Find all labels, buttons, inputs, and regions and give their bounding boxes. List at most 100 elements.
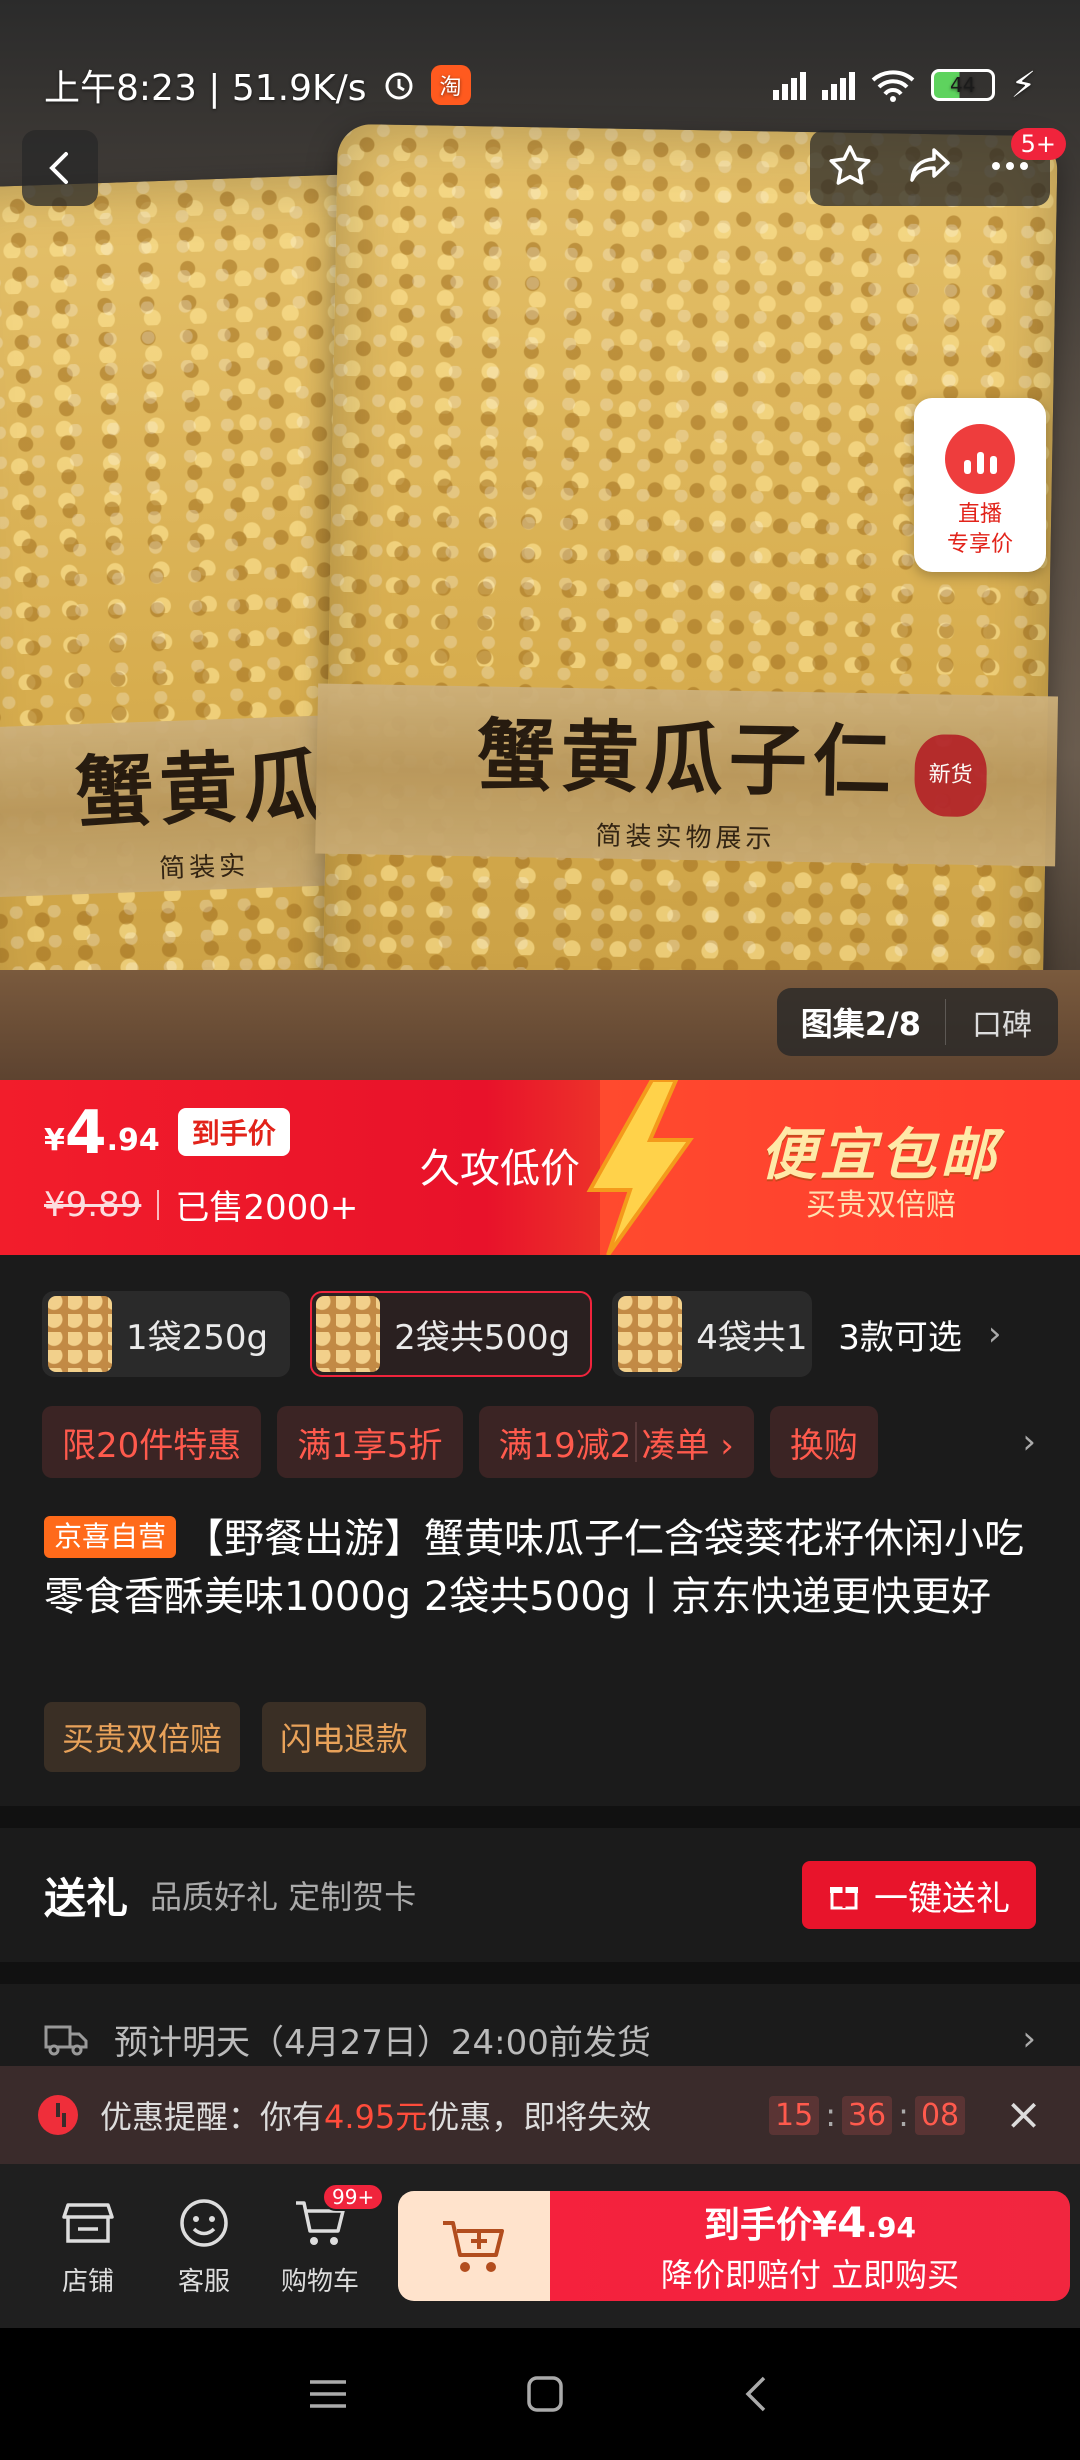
shop-label: 店铺	[61, 2266, 114, 2297]
store-icon	[62, 2202, 114, 2243]
send-gift-label: 一键送礼	[874, 1878, 1010, 1919]
bag-title: 蟹黄瓜子仁	[476, 709, 898, 809]
coupon-reminder-bar[interactable]: 优惠提醒：你有 4.95元 优惠，即将失效 15 : 36 : 08 ×	[0, 2066, 1080, 2164]
self-operated-tag: 京喜自营	[44, 1516, 177, 1558]
section-divider	[0, 1962, 1080, 1984]
add-to-cart-button[interactable]	[398, 2191, 550, 2301]
chevron-right-icon: ›	[987, 1314, 1002, 1354]
signal-icon	[821, 70, 855, 100]
menu-icon[interactable]	[308, 2376, 348, 2412]
promo-coupon-action: 凑单 ›	[641, 1425, 734, 1466]
long-low-price: 久攻低价	[420, 1146, 580, 1192]
price-currency: ¥	[44, 1123, 65, 1158]
original-price: ¥9.89	[44, 1184, 142, 1225]
sku-option[interactable]: 1袋250g	[42, 1291, 291, 1377]
gift-section: 送礼 品质好礼 定制贺卡 一键送礼	[0, 1828, 1080, 1962]
sku-more-label: 3款可选	[838, 1317, 962, 1358]
sku-selector: 1袋250g 2袋共500g 4袋共1 3款可选 ›	[0, 1290, 1080, 1378]
shipping-estimate: 预计明天（4月27日）24:00前发货	[114, 2022, 651, 2063]
promo-coupon[interactable]: 满19减2 凑单 ›	[478, 1406, 754, 1478]
buy-price-line: 到手价¥4.94	[704, 2196, 916, 2248]
customer-service-button[interactable]: 客服	[146, 2195, 262, 2298]
service-chip[interactable]: 闪电退款	[262, 1702, 427, 1772]
promo-coupon-text: 满19减2	[498, 1425, 632, 1466]
timer-hours: 15	[769, 2095, 820, 2135]
shop-button[interactable]: 店铺	[30, 2195, 146, 2298]
bag-label: 蟹黄瓜子仁 简装实物展示 新货	[315, 683, 1059, 867]
service-chips: 买贵双倍赔 闪电退款	[44, 1702, 427, 1772]
gift-icon	[830, 1887, 858, 1910]
free-shipping-promo: 便宜包邮	[760, 1123, 1000, 1188]
chevron-right-icon: ›	[1022, 2019, 1036, 2059]
send-gift-button[interactable]: 一键送礼	[802, 1861, 1036, 1929]
cart-label: 购物车	[280, 2266, 359, 2297]
countdown-timer: 15 : 36 : 08	[769, 2095, 966, 2135]
timer-seconds: 08	[914, 2095, 966, 2135]
sku-option[interactable]: 4袋共1	[612, 1291, 813, 1377]
sku-name: 2袋共500g	[394, 1317, 571, 1358]
cart-button[interactable]: 99+ 购物车	[262, 2182, 385, 2298]
promo-tags: 限20件特惠 满1享5折 满19减2 凑单 › 换购 ›	[42, 1406, 1042, 1478]
new-goods-seal: 新货	[913, 733, 988, 818]
lightning-icon	[586, 1080, 694, 1255]
status-time-speed: 上午8:23 | 51.9K/s	[44, 68, 367, 109]
service-label: 客服	[177, 2266, 230, 2297]
price-decimal: .94	[106, 1123, 160, 1158]
bag-subtitle: 简装实	[158, 850, 250, 884]
live-price-card[interactable]: 直播 专享价	[914, 398, 1046, 572]
wifi-icon	[871, 70, 915, 102]
add-cart-icon	[443, 2221, 504, 2272]
timer-colon: :	[825, 2096, 836, 2134]
separator	[635, 1422, 638, 1462]
reminder-suffix: 优惠，即将失效	[427, 2098, 652, 2136]
service-chip[interactable]: 买贵双倍赔	[44, 1702, 241, 1772]
arrive-price-tag: 到手价	[177, 1108, 290, 1156]
gallery-tabs: 图集2/8 口碑	[776, 988, 1058, 1056]
buy-now-label: 降价即赔付 立即购买	[660, 2256, 960, 2294]
timer-colon: :	[898, 2096, 909, 2134]
signal-icon	[772, 70, 806, 100]
close-icon[interactable]: ×	[1005, 2093, 1042, 2137]
gallery-counter[interactable]: 图集2/8	[777, 999, 946, 1045]
charging-icon: ⚡	[1010, 64, 1036, 106]
sold-count: 已售2000+	[175, 1188, 359, 1228]
final-price: ¥ 4 .94 到手价	[44, 1098, 290, 1168]
reminder-prefix: 优惠提醒：你有	[100, 2098, 325, 2136]
chevron-left-icon	[49, 152, 68, 184]
reviews-tab[interactable]: 口碑	[946, 1000, 1058, 1044]
chevron-right-icon[interactable]: ›	[1022, 1422, 1042, 1462]
buy-now-button[interactable]: 到手价¥4.94 降价即赔付 立即购买	[550, 2191, 1070, 2301]
price-sub: ¥9.89 已售2000+	[44, 1180, 358, 1229]
sku-thumbnail	[48, 1296, 112, 1372]
back-button[interactable]	[22, 130, 98, 206]
sku-thumbnail	[316, 1296, 381, 1372]
sku-thumbnail	[618, 1296, 683, 1372]
share-button[interactable]	[906, 142, 954, 194]
bag-title: 蟹黄瓜	[73, 739, 329, 839]
buy-price-prefix: 到手价¥	[704, 2205, 838, 2246]
promo-tag[interactable]: 换购	[769, 1406, 878, 1478]
price-integer: 4	[64, 1098, 107, 1168]
back-nav-icon[interactable]	[742, 2374, 772, 2414]
live-label-1: 直播	[957, 502, 1002, 527]
home-icon[interactable]	[525, 2374, 565, 2414]
smile-chat-icon	[180, 2198, 228, 2247]
star-icon	[829, 145, 871, 185]
truck-icon	[44, 2025, 88, 2056]
sku-option-selected[interactable]: 2袋共500g	[310, 1291, 593, 1377]
purchase-group: 到手价¥4.94 降价即赔付 立即购买	[398, 2191, 1070, 2301]
battery-icon: 44	[930, 69, 995, 101]
favorite-button[interactable]	[826, 142, 874, 194]
sku-name: 1袋250g	[126, 1317, 269, 1358]
status-bar: 上午8:23 | 51.9K/s 淘 44 ⚡	[0, 0, 1080, 130]
system-navigation-bar	[0, 2328, 1080, 2460]
promo-tag[interactable]: 满1享5折	[277, 1406, 463, 1478]
live-icon	[945, 424, 1015, 494]
gift-heading: 送礼	[44, 1873, 129, 1923]
product-bag-front: 蟹黄瓜子仁 简装实物展示 新货	[315, 123, 1059, 1037]
promo-tag[interactable]: 限20件特惠	[42, 1406, 262, 1478]
buy-price-int: 4	[837, 2198, 867, 2247]
sku-more-button[interactable]: 3款可选 ›	[838, 1310, 1001, 1359]
section-divider	[0, 1806, 1080, 1828]
price-banner: ¥ 4 .94 到手价 ¥9.89 已售2000+ 久攻低价 便宜包邮 买贵双倍…	[0, 1080, 1080, 1255]
